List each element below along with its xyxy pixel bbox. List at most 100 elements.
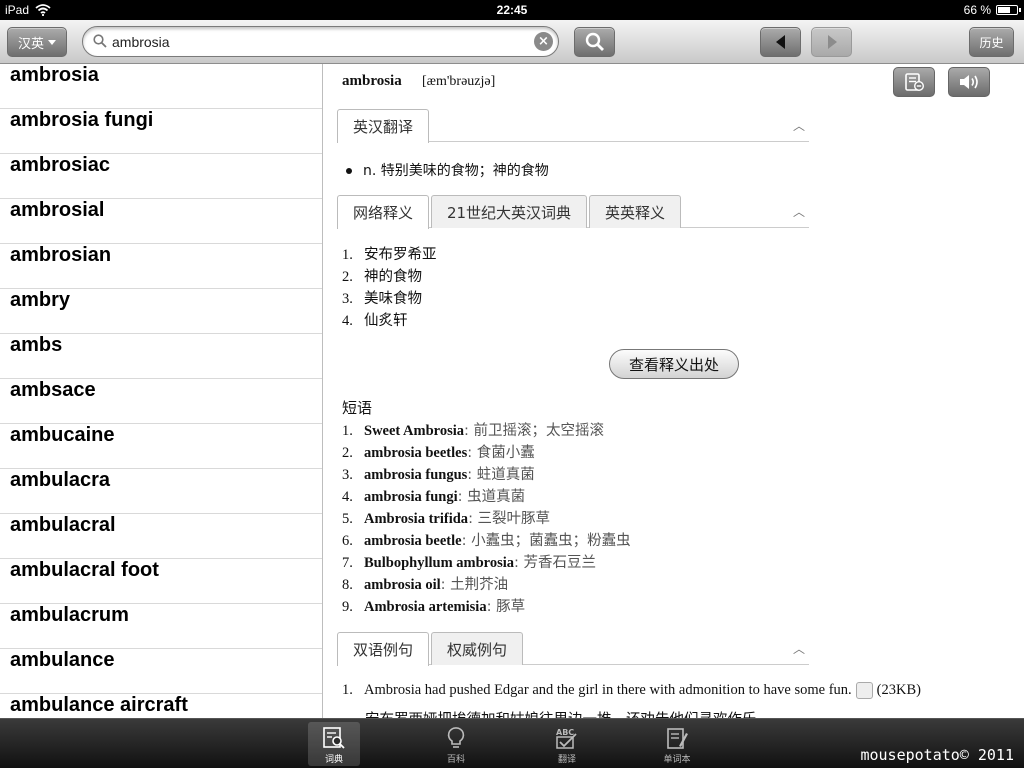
web-meaning-item: 2. 神的食物 (342, 265, 437, 287)
list-number: 3. (342, 291, 353, 307)
phrase-item: 2. ambrosia beetles: 食菌小蠹 (342, 441, 631, 463)
play-example-icon[interactable] (855, 682, 873, 700)
word-list-item[interactable]: ambrosia fungi (0, 109, 322, 154)
language-label: 汉英 (17, 36, 44, 52)
tab-translate[interactable]: ABC 翻译 (541, 722, 593, 766)
tab-authoritative-examples[interactable]: 权威例句 (431, 632, 523, 665)
word-list-item[interactable]: ambulacra (0, 469, 322, 514)
list-number: 7. (342, 555, 353, 571)
phrase-text[interactable]: ambrosia fungus (364, 467, 467, 483)
battery-percent: 66 % (963, 3, 991, 17)
meaning-text: 仙炙轩 (364, 313, 408, 329)
forward-button[interactable] (811, 27, 852, 57)
headword: ambrosia (342, 73, 402, 89)
toolbar: 汉英 × 历史 (0, 20, 1024, 64)
meaning-tabs: 网络释义 21世纪大英汉词典 英英释义 ︿ (337, 195, 809, 229)
word-list-item[interactable]: ambulacral (0, 514, 322, 559)
list-number: 8. (342, 577, 353, 593)
web-meanings-list: 1. 安布罗希亚 2. 神的食物 3. 美味食物 4. 仙炙轩 (342, 243, 437, 331)
example-size: (23KB) (876, 682, 921, 698)
tab-translate-label: 翻译 (557, 755, 576, 765)
svg-text:ABC: ABC (556, 728, 574, 737)
word-list-item[interactable]: ambsace (0, 379, 322, 424)
meaning-text: 安布罗希亚 (364, 247, 437, 263)
phrase-item: 6. ambrosia beetle: 小蠹虫；菌蠹虫；粉蠹虫 (342, 529, 631, 551)
search-input[interactable] (112, 31, 512, 53)
word-list-item[interactable]: ambrosial (0, 199, 322, 244)
tab-wordbook[interactable]: 单词本 (651, 722, 703, 766)
phrase-item: 8. ambrosia oil: 土荆芥油 (342, 573, 631, 595)
phrase-gloss: : 芳香石豆兰 (514, 555, 597, 571)
web-meaning-item: 4. 仙炙轩 (342, 309, 437, 331)
translate-icon: ABC (556, 728, 577, 749)
lightbulb-icon (447, 727, 465, 748)
phrase-gloss: : 豚草 (486, 599, 526, 615)
word-list-item[interactable]: ambulacral foot (0, 559, 322, 604)
example-translation: 安布罗西娅把埃德加和姑娘往里边一推，还劝告他们寻欢作乐。 (365, 708, 771, 718)
search-box: × (82, 26, 559, 57)
clear-search-icon[interactable]: × (534, 32, 553, 51)
web-meaning-item: 3. 美味食物 (342, 287, 437, 309)
arrow-right-icon (827, 35, 837, 49)
meaning-text: 美味食物 (364, 291, 422, 307)
tab-en-cn-translation[interactable]: 英汉翻译 (337, 109, 429, 143)
language-toggle-button[interactable]: 汉英 (7, 27, 67, 57)
web-meaning-item: 1. 安布罗希亚 (342, 243, 437, 265)
word-list: ambrosia ambrosia fungi ambrosiac ambrosial… (0, 64, 323, 718)
phrase-text[interactable]: ambrosia beetle (364, 533, 462, 549)
phrase-text[interactable]: Ambrosia artemisia (364, 599, 487, 615)
word-list-item[interactable]: ambucaine (0, 424, 322, 469)
phrase-text[interactable]: Sweet Ambrosia (364, 423, 464, 439)
list-number: 4. (342, 313, 353, 329)
phrase-gloss: : 蛀道真菌 (467, 467, 535, 483)
phrase-gloss: : 食菌小蠹 (467, 445, 535, 461)
phrase-text[interactable]: ambrosia fungi (364, 489, 458, 505)
phrase-text[interactable]: Ambrosia trifida (364, 511, 468, 527)
list-number: 6. (342, 533, 353, 549)
tab-wordbook-label: 单词本 (663, 755, 691, 765)
phrase-text[interactable]: Bulbophyllum ambrosia (364, 555, 514, 571)
add-to-wordbook-button[interactable] (893, 67, 935, 97)
list-number: 3. (342, 467, 353, 483)
word-list-item[interactable]: ambrosiac (0, 154, 322, 199)
word-list-item[interactable]: ambrosia (0, 64, 322, 109)
phrase-text[interactable]: ambrosia beetles (364, 445, 467, 461)
collapse-icon[interactable]: ︿ (793, 203, 805, 220)
phrase-item: 9. Ambrosia artemisia: 豚草 (342, 595, 631, 617)
wordbook-icon (905, 73, 925, 92)
credit-text: mousepotato© 2011 (860, 746, 1014, 764)
list-number: 2. (342, 269, 353, 285)
word-list-item[interactable]: ambulacrum (0, 604, 322, 649)
tab-21st-century-dictionary[interactable]: 21世纪大英汉词典 (431, 195, 587, 228)
basic-translation: n. 特别美味的食物；神的食物 (346, 160, 549, 180)
word-list-item[interactable]: ambulance (0, 649, 322, 694)
tab-encyclopedia[interactable]: 百科 (430, 722, 482, 766)
view-source-button[interactable]: 查看释义出处 (609, 349, 739, 379)
phrase-item: 1. Sweet Ambrosia: 前卫摇滚；太空摇滚 (342, 419, 631, 441)
arrow-left-icon (775, 35, 785, 49)
entry-pane: ambrosia [æm'brəuzjə] 英汉翻译 ︿ n. 特别美味的食物；… (324, 64, 1024, 718)
list-number: 4. (342, 489, 353, 505)
phrase-text[interactable]: ambrosia oil (364, 577, 441, 593)
collapse-icon[interactable]: ︿ (793, 117, 805, 134)
example-sentence: 1. Ambrosia had pushed Edgar and the girl… (342, 682, 1022, 700)
tab-dictionary-label: 词典 (324, 755, 343, 765)
caret-down-icon (48, 39, 56, 45)
list-number: 5. (342, 511, 353, 527)
back-button[interactable] (760, 27, 801, 57)
word-list-item[interactable]: ambulance aircraft (0, 694, 322, 718)
word-list-item[interactable]: ambrosian (0, 244, 322, 289)
tab-dictionary[interactable]: 词典 (308, 722, 360, 766)
list-number: 9. (342, 599, 353, 615)
pronounce-button[interactable] (948, 67, 990, 97)
history-button[interactable]: 历史 (969, 27, 1014, 57)
status-bar: iPad 22:45 66 % (0, 0, 1024, 20)
search-button[interactable] (574, 27, 615, 57)
word-list-item[interactable]: ambry (0, 289, 322, 334)
phrase-item: 7. Bulbophyllum ambrosia: 芳香石豆兰 (342, 551, 631, 573)
word-list-item[interactable]: ambs (0, 334, 322, 379)
tab-bilingual-examples[interactable]: 双语例句 (337, 632, 429, 666)
tab-web-meanings[interactable]: 网络释义 (337, 195, 429, 229)
tab-en-en-meanings[interactable]: 英英释义 (589, 195, 681, 228)
collapse-icon[interactable]: ︿ (793, 640, 805, 657)
